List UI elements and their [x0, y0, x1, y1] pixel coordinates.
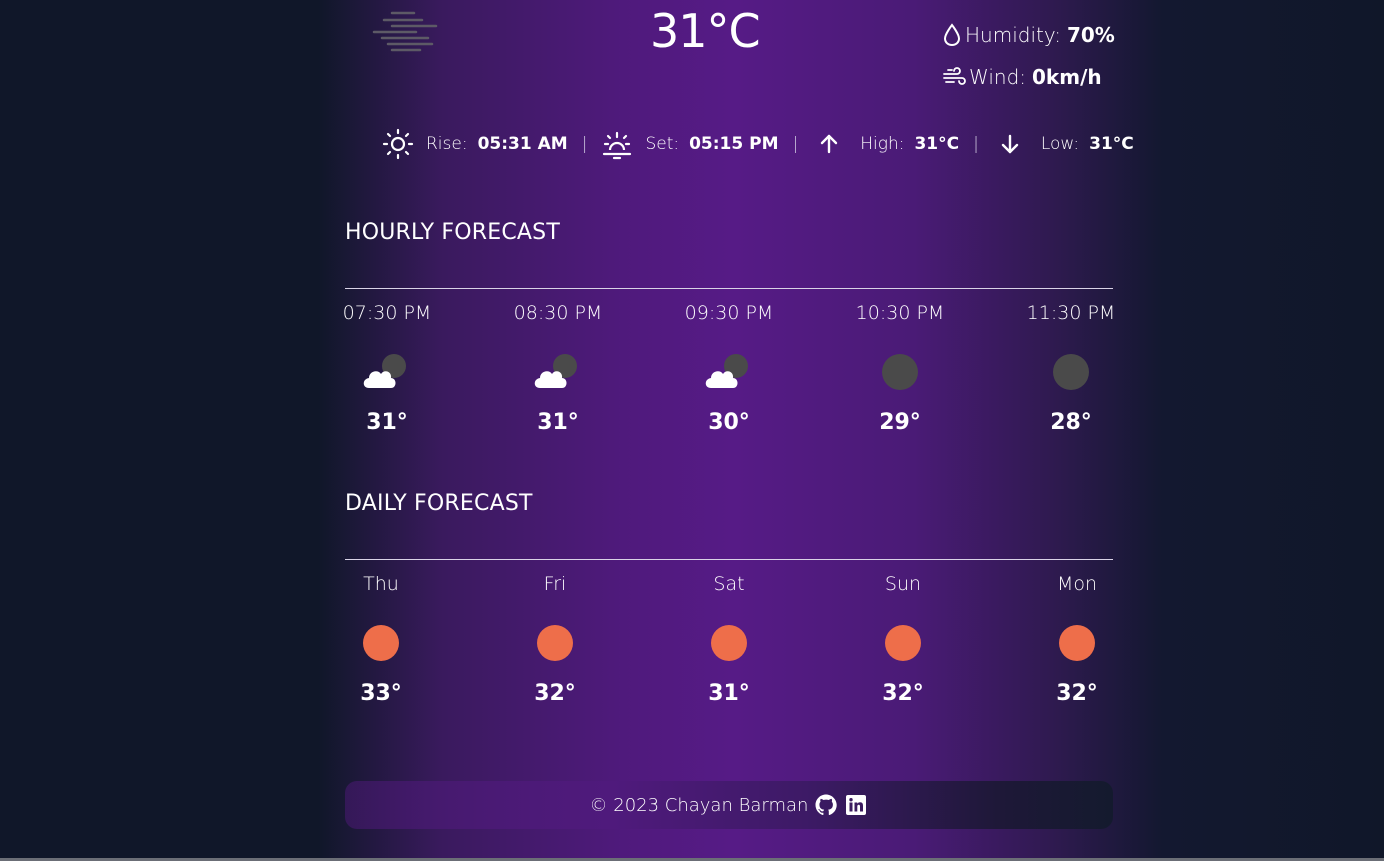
clear-night-icon: [880, 344, 920, 400]
daily-forecast-title: DAILY FORECAST: [345, 491, 533, 516]
sunset-value: 05:15 PM: [689, 134, 779, 154]
sun-icon: [361, 615, 401, 671]
droplet-icon: [943, 23, 961, 47]
current-temperature: 31°C: [650, 4, 761, 58]
daily-day: Fri: [543, 573, 567, 595]
hourly-item: 07:30 PM 31°: [342, 302, 432, 435]
hourly-time: 11:30 PM: [1026, 302, 1116, 324]
daily-temp: 33°: [360, 681, 402, 706]
hourly-item: 09:30 PM 30°: [684, 302, 774, 435]
hourly-temp: 30°: [708, 410, 750, 435]
hourly-forecast-title: HOURLY FORECAST: [345, 220, 560, 245]
haze-icon: [372, 10, 438, 52]
daily-temp: 32°: [882, 681, 924, 706]
daily-item: Fri 32°: [519, 573, 591, 706]
daily-day: Mon: [1056, 573, 1098, 595]
daily-temp: 31°: [708, 681, 750, 706]
hourly-temp: 31°: [537, 410, 579, 435]
hourly-forecast-list: 07:30 PM 31° 08:30 PM 31° 09:30 PM 30° 1…: [342, 302, 1116, 435]
daily-temp: 32°: [1056, 681, 1098, 706]
daily-day: Thu: [363, 573, 399, 595]
high-label: High:: [860, 134, 905, 154]
sun-icon: [883, 615, 923, 671]
hourly-item: 08:30 PM 31°: [513, 302, 603, 435]
sunrise-value: 05:31 AM: [477, 134, 568, 154]
current-stats: Humidity: 70% Wind: 0km/h: [942, 14, 1115, 98]
high-value: 31°C: [914, 134, 960, 154]
linkedin-icon[interactable]: [844, 793, 868, 817]
hourly-time: 09:30 PM: [684, 302, 774, 324]
sun-icon: [535, 615, 575, 671]
daily-day: Sun: [884, 573, 922, 595]
hourly-item: 10:30 PM 29°: [855, 302, 945, 435]
sunrise-label: Rise:: [426, 134, 468, 154]
daily-item: Thu 33°: [345, 573, 417, 706]
daily-forecast-list: Thu 33° Fri 32° Sat 31° Sun 32° Mon 32°: [345, 573, 1113, 706]
hourly-time: 07:30 PM: [342, 302, 432, 324]
divider: [345, 559, 1113, 560]
humidity-value: 70%: [1066, 23, 1115, 47]
clear-night-icon: [1051, 344, 1091, 400]
humidity-stat: Humidity: 70%: [942, 14, 1115, 56]
sunrise-icon: [382, 128, 414, 160]
sun-icon: [1057, 615, 1097, 671]
sun-icon: [709, 615, 749, 671]
sunset-icon: [603, 131, 632, 160]
sunset-label: Set:: [645, 134, 680, 154]
hourly-temp: 29°: [879, 410, 921, 435]
wind-icon: [943, 67, 966, 85]
hourly-temp: 28°: [1050, 410, 1092, 435]
github-icon[interactable]: [814, 793, 838, 817]
daily-temp: 32°: [534, 681, 576, 706]
arrow-down-icon: [1001, 134, 1019, 154]
details-row: Rise: 05:31 AM | Set: 05:15 PM | High: 3…: [382, 128, 1134, 160]
hourly-temp: 31°: [366, 410, 408, 435]
copyright-text: © 2023 Chayan Barman: [589, 794, 809, 816]
daily-item: Mon 32°: [1041, 573, 1113, 706]
separator: |: [792, 134, 799, 154]
wind-label: Wind:: [969, 65, 1027, 89]
arrow-up-icon: [821, 134, 838, 154]
partly-cloudy-night-icon: [530, 344, 586, 400]
daily-item: Sat 31°: [693, 573, 765, 706]
partly-cloudy-night-icon: [701, 344, 757, 400]
hourly-item: 11:30 PM 28°: [1026, 302, 1116, 435]
wind-stat: Wind: 0km/h: [942, 56, 1115, 98]
separator: |: [581, 134, 588, 154]
hourly-time: 08:30 PM: [513, 302, 603, 324]
partly-cloudy-night-icon: [359, 344, 415, 400]
wind-value: 0km/h: [1032, 65, 1102, 89]
humidity-label: Humidity:: [965, 23, 1061, 47]
daily-day: Sat: [713, 573, 745, 595]
low-value: 31°C: [1089, 134, 1134, 154]
footer: © 2023 Chayan Barman: [345, 781, 1113, 829]
hourly-time: 10:30 PM: [855, 302, 945, 324]
separator: |: [973, 134, 979, 154]
low-label: Low:: [1040, 134, 1080, 154]
daily-item: Sun 32°: [867, 573, 939, 706]
divider: [345, 288, 1113, 289]
